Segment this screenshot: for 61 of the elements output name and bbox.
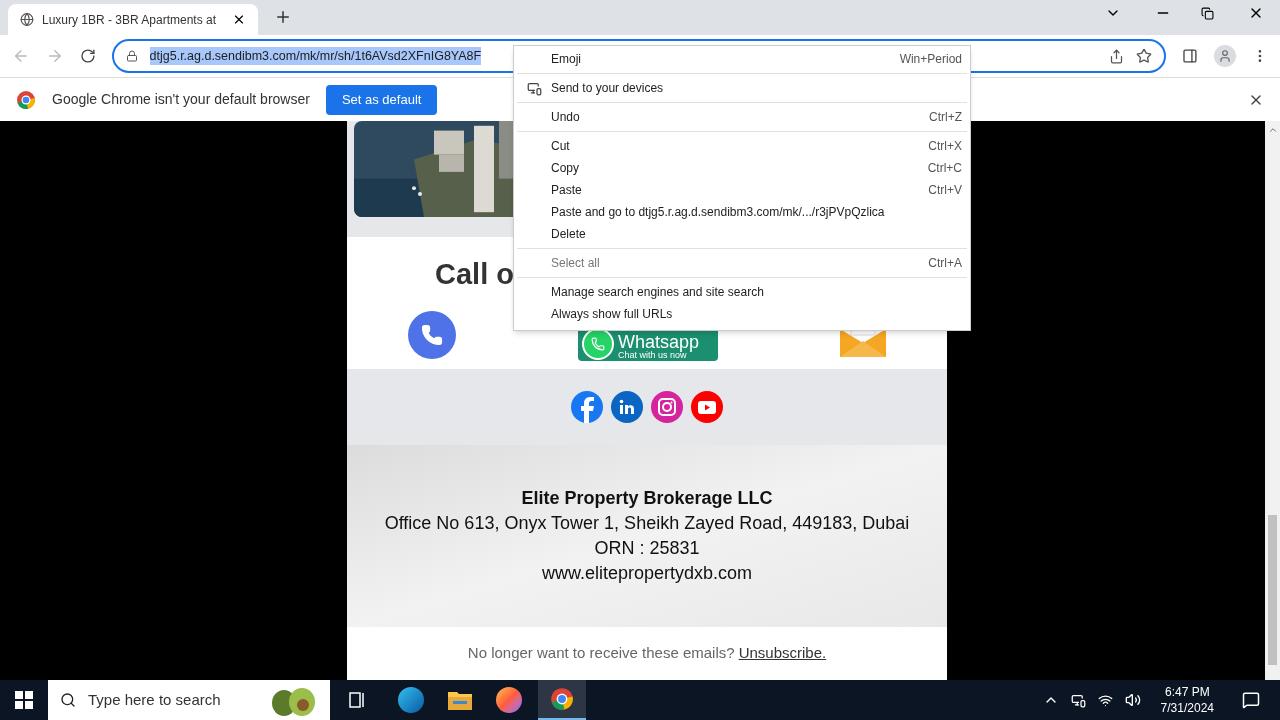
folder-icon[interactable] [448,690,472,710]
browser-tab[interactable]: Luxury 1BR - 3BR Apartments at [8,4,258,35]
notification-icon[interactable] [1242,691,1260,709]
reload-icon[interactable] [79,48,96,64]
company-address: Office No 613, Onyx Tower 1, Sheikh Zayed Road, 449183, Dubai [384,512,910,535]
menu-item[interactable]: Delete [517,223,967,245]
network-icon[interactable] [1097,692,1113,708]
scrollbar[interactable] [1265,121,1280,680]
set-default-button[interactable]: Set as default [325,84,438,115]
close-icon[interactable] [232,12,246,27]
unsubscribe-text: No longer want to receive these emails? [467,643,735,664]
menu-item[interactable]: Paste and go to dtjg5.r.ag.d.sendibm3.com/mk/.../r3jPVpQzlica [517,201,967,223]
chrome-logo-icon [550,687,574,711]
shortcut-text: Ctrl+A [928,255,962,272]
taskbar-search-field[interactable]: Type here to search [48,680,330,720]
chrome-logo-icon [16,89,36,110]
menu-item[interactable]: Emoji Win+Period [517,48,967,70]
volume-icon[interactable] [1124,692,1141,708]
clock-time: 6:47 PM [1164,684,1210,700]
shortcut-text: Win+Period [899,51,962,68]
chrome-taskbar-button[interactable] [538,680,586,720]
instagram-icon[interactable] [651,391,683,423]
company-name: Elite Property Brokerage LLC [521,487,773,510]
windows-start-icon[interactable] [15,691,33,709]
menu-item[interactable]: Copy Ctrl+C [517,157,967,179]
clock-date: 7/31/2024 [1160,700,1214,716]
share-icon[interactable] [1109,48,1125,64]
globe-icon [20,12,34,27]
linkedin-icon[interactable] [611,391,643,423]
profile-icon[interactable] [1214,45,1237,67]
scrollbar-thumb[interactable] [1268,515,1277,665]
youtube-icon[interactable] [691,391,723,423]
menu-item[interactable]: Cut Ctrl+X [517,135,967,157]
lock-icon [125,50,138,62]
task-view-icon[interactable] [349,692,367,708]
shortcut-text: Ctrl+Z [929,109,962,126]
url-text: dtjg5.r.ag.d.sendibm3.com/mk/mr/sh/1t6AVsd2XFnIG8YA8F [149,46,482,66]
whatsapp-title: Whatsapp [618,332,700,351]
menu-item[interactable]: Undo Ctrl+Z [517,106,967,128]
phone-icon[interactable] [408,310,456,359]
side-panel-icon[interactable] [1182,48,1199,64]
website-text: www.elitepropertydxb.com [541,562,753,585]
device-icon[interactable] [1070,692,1086,708]
search-icon [60,692,76,708]
menu-item[interactable]: Manage search engines and site search [517,281,967,303]
restore-icon[interactable] [1201,7,1214,20]
shortcut-text: Ctrl+V [928,182,962,199]
infobar-message: Google Chrome isn't your default browser [52,90,310,109]
tab-title: Luxury 1BR - 3BR Apartments at [41,11,217,29]
menu-item[interactable]: Paste Ctrl+V [517,179,967,201]
bookmark-star-icon[interactable] [1136,48,1153,64]
scroll-up-icon[interactable] [1267,125,1278,135]
facebook-icon[interactable] [571,391,603,423]
unsubscribe-link[interactable]: Unsubscribe. [738,642,827,665]
menu-item[interactable]: Send to your devices [517,77,967,99]
shortcut-text: Ctrl+C [927,160,962,177]
new-tab-icon[interactable] [274,8,292,26]
shortcut-text: Ctrl+X [928,138,962,155]
call-heading: Call o [435,257,514,292]
orn-number: ORN : 25831 [594,537,700,560]
devices-icon [526,80,542,96]
